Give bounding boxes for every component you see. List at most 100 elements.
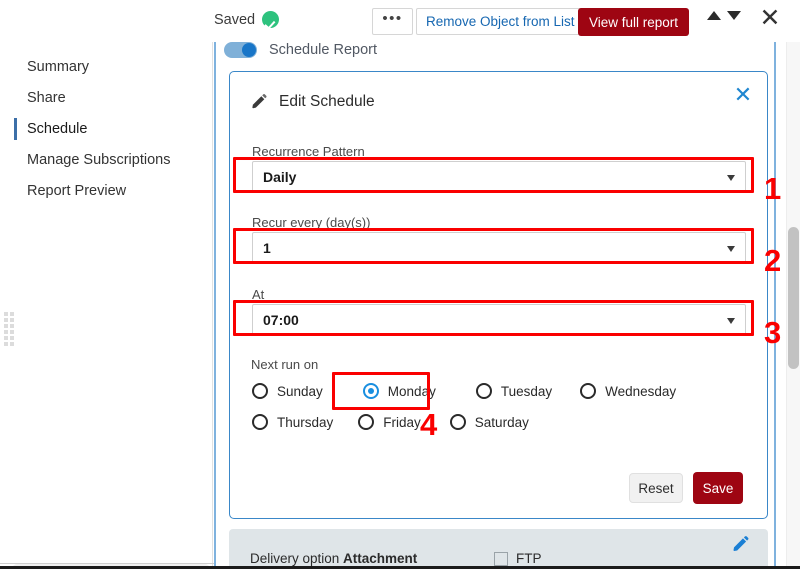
save-label: Save [702, 480, 734, 496]
grip-dot [4, 336, 8, 340]
sidebar-item-label: Report Preview [27, 183, 127, 199]
grip-dot [10, 336, 14, 340]
sidebar-item-label: Manage Subscriptions [27, 152, 171, 168]
day-radio-row-1: Sunday Monday Tuesday Wednesday [252, 383, 676, 399]
chevron-up-icon[interactable] [707, 11, 721, 20]
grip-dot [10, 318, 14, 322]
radio-option-thursday[interactable]: Thursday [252, 414, 333, 430]
sidebar-item-report-preview[interactable]: Report Preview [0, 176, 212, 206]
view-full-report-label: View full report [589, 14, 679, 30]
record-navigation [707, 11, 741, 20]
recurrence-pattern-label: Recurrence Pattern [252, 144, 365, 159]
check-circle-icon [262, 11, 280, 28]
radio-label: Saturday [474, 414, 529, 430]
reset-button[interactable]: Reset [629, 473, 683, 503]
recurrence-pattern-value: Daily [263, 169, 297, 185]
recurrence-pattern-select[interactable]: Daily [252, 161, 746, 193]
main-panel-right-rule [774, 36, 776, 569]
sidebar-item-label: Schedule [27, 121, 88, 137]
day-radio-row-2: Thursday Friday Saturday [252, 414, 529, 430]
radio-icon [449, 414, 466, 430]
grip-dot [10, 312, 14, 316]
view-full-report-button[interactable]: View full report [578, 8, 690, 36]
saved-status: Saved [214, 11, 280, 28]
saved-label: Saved [214, 11, 256, 28]
sidebar-item-share[interactable]: Share [0, 83, 212, 113]
grip-dot [10, 330, 14, 334]
remove-object-from-list-button[interactable]: Remove Object from List [416, 8, 585, 35]
toggle-switch-icon[interactable] [224, 42, 257, 58]
radio-option-tuesday[interactable]: Tuesday [475, 383, 553, 399]
chevron-down-icon [727, 246, 735, 252]
recur-every-select[interactable]: 1 [252, 232, 746, 264]
pencil-edit-icon[interactable] [731, 535, 750, 554]
radio-option-monday[interactable]: Monday [362, 383, 436, 399]
at-time-label: At [252, 287, 265, 302]
radio-icon [252, 383, 268, 399]
panel-resize-handle[interactable] [4, 312, 14, 350]
radio-icon-selected [362, 383, 379, 399]
delivery-option-value: Attachment [343, 551, 418, 566]
sidebar-bottom-divider [0, 563, 214, 564]
radio-label: Wednesday [605, 383, 677, 399]
at-time-value: 07:00 [263, 312, 299, 328]
sidebar-item-label: Summary [27, 59, 90, 75]
dialog-title-row: Edit Schedule [250, 93, 375, 111]
recur-every-value: 1 [263, 240, 271, 256]
annotation-number-2: 2 [764, 243, 782, 278]
vertical-scrollbar-thumb[interactable] [787, 227, 799, 369]
radio-icon [358, 414, 375, 430]
radio-label: Sunday [277, 383, 323, 399]
recur-every-label: Recur every (day(s)) [252, 215, 371, 230]
dialog-title: Edit Schedule [279, 93, 375, 110]
main-panel-left-rule [214, 36, 216, 569]
grip-dot [4, 312, 8, 316]
radio-label: Friday [383, 414, 421, 430]
delivery-option-prefix: Delivery option [250, 551, 344, 566]
annotation-number-1: 1 [764, 171, 782, 206]
app-root: Saved ••• Remove Object from List View f… [0, 0, 800, 569]
annotation-number-3: 3 [764, 315, 782, 350]
chevron-down-icon[interactable] [727, 11, 741, 20]
radio-label: Monday [387, 383, 436, 399]
sidebar-item-schedule[interactable]: Schedule [0, 114, 212, 144]
radio-option-wednesday[interactable]: Wednesday [580, 383, 676, 399]
grip-dot [4, 324, 8, 328]
radio-icon [475, 383, 492, 399]
radio-icon [252, 414, 268, 430]
radio-icon [580, 383, 597, 399]
edit-schedule-dialog: Edit Schedule ✕ Recurrence Pattern Daily… [229, 71, 768, 519]
radio-option-sunday[interactable]: Sunday [252, 383, 323, 399]
close-panel-button[interactable]: ✕ [757, 5, 783, 31]
grip-dot [4, 318, 8, 322]
radio-label: Tuesday [500, 383, 553, 399]
grip-dot [10, 324, 14, 328]
grip-dot [4, 342, 8, 346]
grip-dot [4, 330, 8, 334]
schedule-report-toggle-label: Schedule Report [269, 42, 378, 58]
dialog-close-button[interactable]: ✕ [732, 84, 754, 106]
vertical-scrollbar-track[interactable] [786, 36, 800, 569]
radio-option-friday[interactable]: Friday [358, 414, 421, 430]
more-options-button[interactable]: ••• [372, 8, 413, 35]
chevron-down-icon [727, 318, 735, 324]
radio-option-saturday[interactable]: Saturday [449, 414, 529, 430]
save-button[interactable]: Save [693, 472, 743, 504]
remove-object-label: Remove Object from List [426, 14, 575, 29]
sidebar-item-label: Share [27, 90, 66, 106]
top-toolbar: Saved ••• Remove Object from List View f… [0, 0, 800, 42]
schedule-report-toggle-row[interactable]: Schedule Report [224, 42, 377, 58]
sidebar-item-summary[interactable]: Summary [0, 52, 212, 82]
sidebar-item-manage-subscriptions[interactable]: Manage Subscriptions [0, 145, 212, 175]
ftp-label: FTP [516, 551, 542, 566]
reset-label: Reset [638, 480, 674, 496]
pencil-edit-icon [252, 94, 267, 109]
sidebar-nav-list: Summary Share Schedule Manage Subscripti… [0, 42, 212, 206]
at-time-select[interactable]: 07:00 [252, 304, 746, 336]
grip-dot [10, 342, 14, 346]
chevron-down-icon [727, 175, 735, 181]
delivery-option-text: Delivery option Attachment [250, 551, 417, 566]
next-run-on-label: Next run on [251, 357, 319, 372]
ftp-checkbox[interactable] [494, 552, 508, 566]
annotation-number-4: 4 [420, 407, 438, 442]
